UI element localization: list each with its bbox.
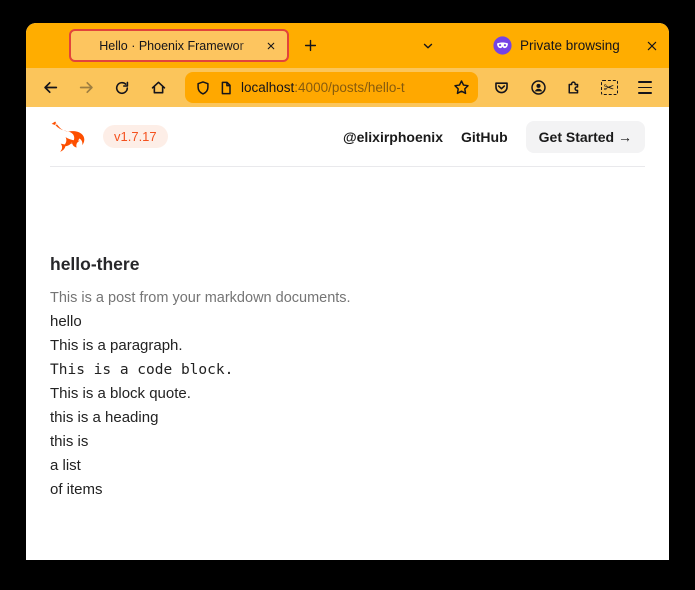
forward-arrow-icon <box>78 79 95 96</box>
account-button[interactable] <box>524 74 552 102</box>
close-icon <box>645 39 659 53</box>
post-subtitle: This is a post from your markdown docume… <box>50 286 645 310</box>
list-tabs-button[interactable] <box>414 32 442 60</box>
tab-close-icon[interactable] <box>262 37 280 55</box>
url-text[interactable]: localhost:4000/posts/hello-t <box>241 80 446 95</box>
browser-window: Hello · Phoenix Framewor Private browsin… <box>26 23 669 560</box>
navigation-toolbar: localhost:4000/posts/hello-t ✂ <box>26 68 669 107</box>
url-bar[interactable]: localhost:4000/posts/hello-t <box>185 72 478 103</box>
desktop: { "colors": { "tab_bar": "#ffad00", "too… <box>0 0 695 590</box>
back-arrow-icon <box>42 79 59 96</box>
reload-icon <box>114 80 130 96</box>
post-line: hello <box>50 310 645 334</box>
url-host: localhost <box>241 80 294 95</box>
get-started-button[interactable]: Get Started → <box>526 121 645 153</box>
forward-button[interactable] <box>72 74 100 102</box>
screenshot-button[interactable]: ✂ <box>595 74 623 102</box>
back-button[interactable] <box>36 74 64 102</box>
account-icon <box>530 79 547 96</box>
post-line: of items <box>50 478 645 502</box>
site-header: v1.7.17 @elixirphoenix GitHub Get Starte… <box>50 107 645 167</box>
link-github[interactable]: GitHub <box>461 129 508 145</box>
extensions-button[interactable] <box>559 74 587 102</box>
home-button[interactable] <box>144 74 172 102</box>
hamburger-icon <box>638 81 652 93</box>
active-tab[interactable]: Hello · Phoenix Framewor <box>69 29 289 62</box>
pocket-button[interactable] <box>487 74 515 102</box>
version-badge: v1.7.17 <box>103 125 168 148</box>
tab-strip: Hello · Phoenix Framewor Private browsin… <box>26 23 669 68</box>
private-mask-icon <box>493 36 512 55</box>
post-content: hello-there This is a post from your mar… <box>26 167 669 502</box>
plus-icon <box>303 38 318 53</box>
link-elixirphoenix[interactable]: @elixirphoenix <box>343 129 443 145</box>
private-browsing-badge: Private browsing <box>493 23 620 68</box>
post-line: This is a block quote. <box>50 382 645 406</box>
tab-title: Hello · Phoenix Framewor <box>81 39 262 53</box>
post-line: this is <box>50 430 645 454</box>
window-close-button[interactable] <box>638 32 666 60</box>
web-page: v1.7.17 @elixirphoenix GitHub Get Starte… <box>26 107 669 560</box>
new-tab-button[interactable] <box>296 32 324 60</box>
chevron-down-icon <box>421 39 435 53</box>
private-browsing-label: Private browsing <box>520 38 620 53</box>
post-title: hello-there <box>50 252 645 276</box>
puzzle-icon <box>565 79 582 96</box>
reload-button[interactable] <box>108 74 136 102</box>
header-nav: @elixirphoenix GitHub Get Started → <box>343 121 645 153</box>
pocket-icon <box>493 79 510 96</box>
phoenix-logo-icon[interactable] <box>50 120 89 153</box>
bookmark-star-icon[interactable] <box>453 79 470 96</box>
shield-icon[interactable] <box>195 80 211 96</box>
brand: v1.7.17 <box>50 120 168 153</box>
post-line: This is a paragraph. <box>50 334 645 358</box>
post-line: a list <box>50 454 645 478</box>
menu-button[interactable] <box>631 74 659 102</box>
post-line: this is a heading <box>50 406 645 430</box>
home-icon <box>150 79 167 96</box>
post-line-code: This is a code block. <box>50 358 645 382</box>
url-path: :4000/posts/hello-t <box>294 80 404 95</box>
page-info-icon[interactable] <box>218 80 234 96</box>
screenshot-scissors-icon: ✂ <box>601 80 618 95</box>
